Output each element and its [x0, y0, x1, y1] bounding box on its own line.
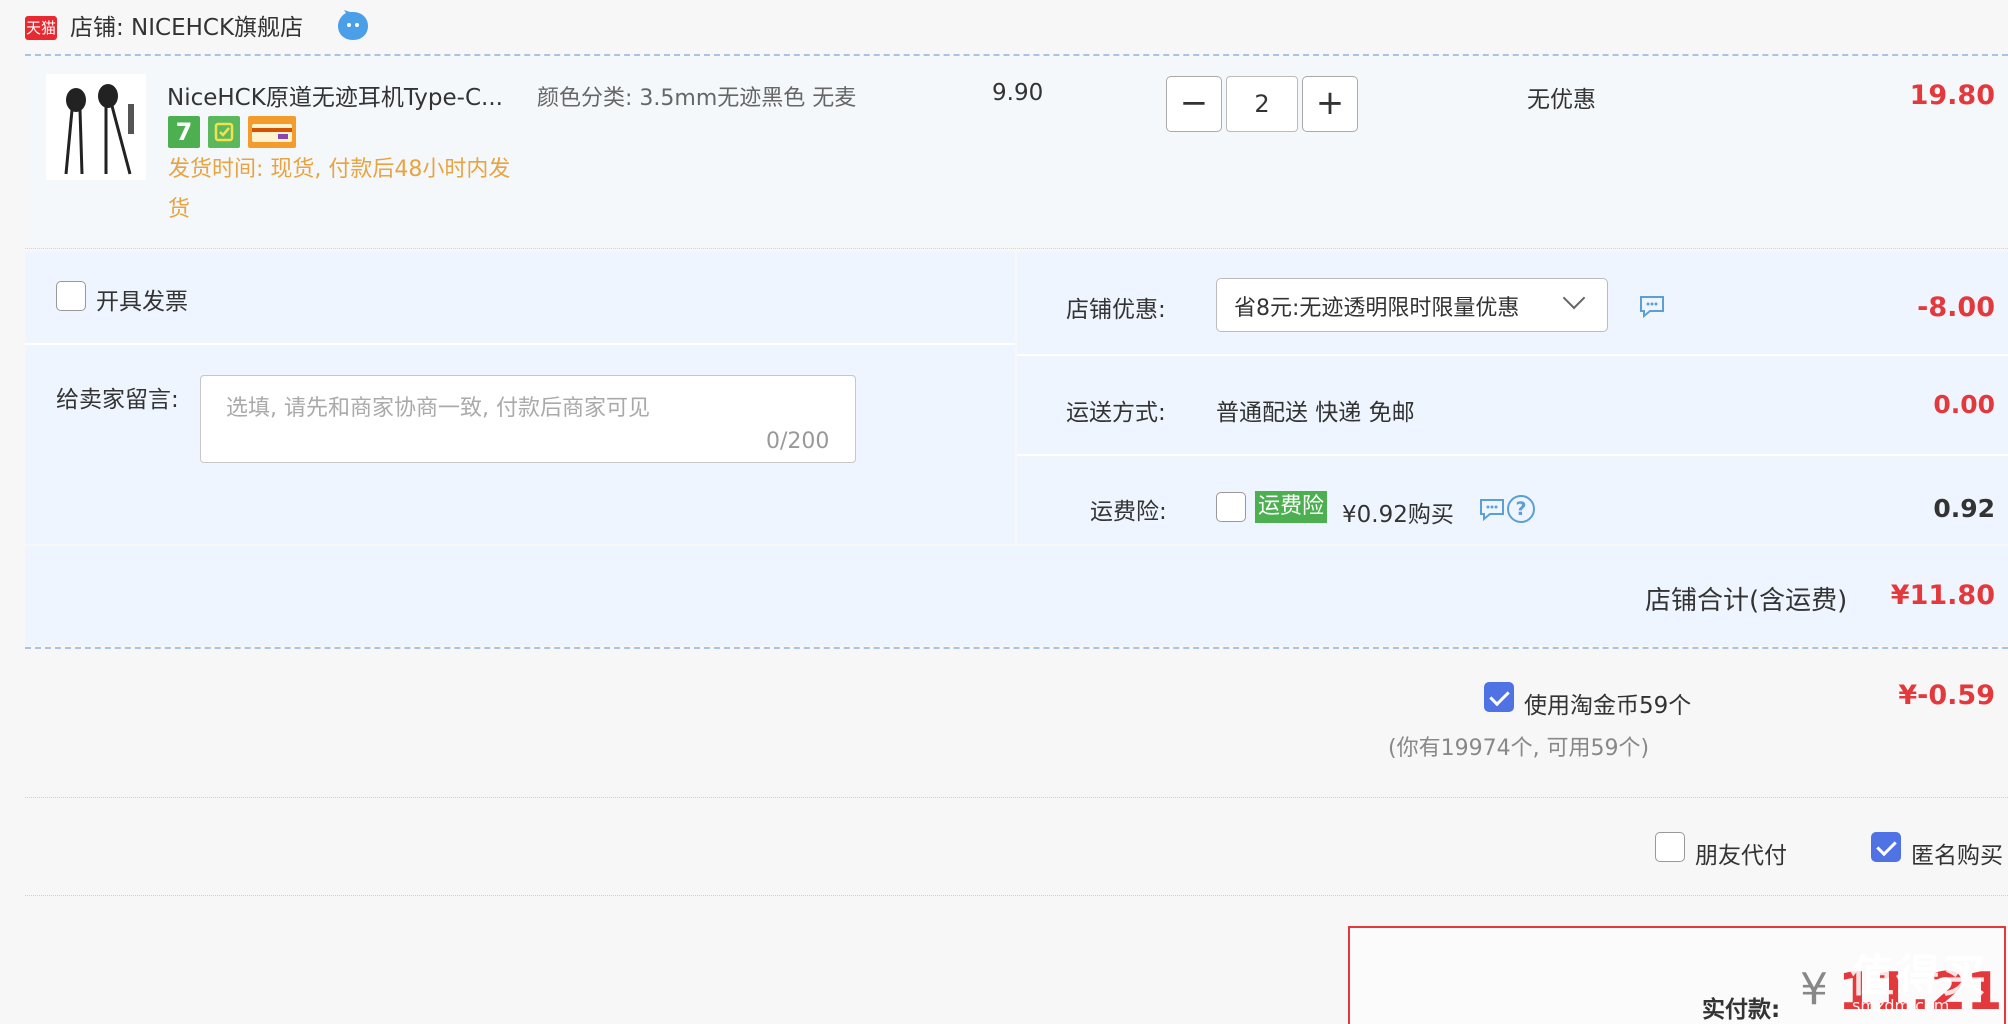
seven-day-return-icon: 7 [168, 116, 200, 148]
coins-label: 使用淘金币59个 [1524, 693, 1692, 719]
ship-time-note: 发货时间: 现货, 付款后48小时内发货 [168, 157, 511, 222]
coins-availability-note: (你有19974个, 可用59个) [1388, 736, 1650, 761]
help-icon[interactable]: ? [1507, 495, 1535, 523]
coupon-message-icon[interactable] [1638, 294, 1666, 318]
insurance-tag: 运费险 [1255, 491, 1328, 523]
tmall-logo-icon: 天猫 [25, 16, 57, 40]
friend-pay-label: 朋友代付 [1695, 843, 1787, 869]
wangwang-chat-icon[interactable] [336, 10, 370, 42]
shop-total-value: ¥11.80 [1890, 580, 1995, 611]
payment-label: 实付款: [1702, 997, 1781, 1023]
quantity-increase-button[interactable]: + [1302, 76, 1358, 132]
coupon-divider [1017, 354, 2008, 356]
insurance-price: ¥0.92购买 [1342, 502, 1454, 528]
insurance-label: 运费险: [1090, 499, 1167, 525]
remark-placeholder: 选填, 请先和商家协商一致, 付款后商家可见 [226, 396, 650, 421]
shop-name[interactable]: 店铺: NICEHCK旗舰店 [70, 12, 303, 44]
product-image[interactable] [46, 74, 146, 180]
left-options-divider [25, 343, 1015, 345]
product-subtotal: 19.80 [1909, 80, 1995, 111]
product-discount: 无优惠 [1527, 87, 1596, 113]
product-title[interactable]: NiceHCK原道无迹耳机Type-C... [167, 78, 503, 112]
insurance-cost: 0.92 [1933, 494, 1995, 523]
insurance-message-icon[interactable] [1478, 497, 1506, 521]
shipping-label: 运送方式: [1066, 400, 1166, 426]
insurance-checkbox[interactable] [1216, 492, 1246, 522]
anonymous-checkbox[interactable] [1871, 832, 1901, 862]
shipping-cost: 0.00 [1933, 390, 1995, 419]
shop-total-label: 店铺合计(含运费) [1645, 586, 1848, 616]
shop-total-divider [25, 647, 2008, 649]
coupon-amount: -8.00 [1917, 292, 1995, 323]
extras-divider [25, 895, 2008, 896]
quantity-input[interactable]: 2 [1226, 76, 1298, 132]
unit-price: 9.90 [992, 80, 1044, 106]
invoice-label: 开具发票 [96, 289, 188, 315]
product-divider [25, 248, 2008, 249]
coins-checkbox[interactable] [1484, 682, 1514, 712]
remark-label: 给卖家留言: [56, 387, 179, 413]
anonymous-label: 匿名购买 [1911, 843, 2003, 869]
coins-discount: ¥-0.59 [1898, 680, 1995, 711]
credit-card-icon [248, 116, 296, 148]
friend-pay-checkbox[interactable] [1655, 832, 1685, 862]
payment-currency: ¥ [1800, 964, 1828, 1015]
coupon-label: 店铺优惠: [1066, 297, 1166, 323]
shipping-guarantee-icon [208, 116, 240, 148]
product-sku: 颜色分类: 3.5mm无迹黑色 无麦 [537, 86, 857, 111]
shipping-divider [1017, 454, 2008, 456]
invoice-checkbox[interactable] [56, 281, 86, 311]
quantity-decrease-button[interactable]: − [1166, 76, 1222, 132]
remark-char-count: 0/200 [766, 429, 830, 454]
coupon-selected-value: 省8元:无迹透明限时限量优惠 [1234, 296, 1520, 321]
shipping-method: 普通配送 快递 免邮 [1216, 400, 1415, 426]
coins-divider [25, 797, 2008, 798]
watermark-url: smzdm.com [1852, 996, 1950, 1015]
watermark-logo: 值得买 [1850, 951, 1988, 1002]
